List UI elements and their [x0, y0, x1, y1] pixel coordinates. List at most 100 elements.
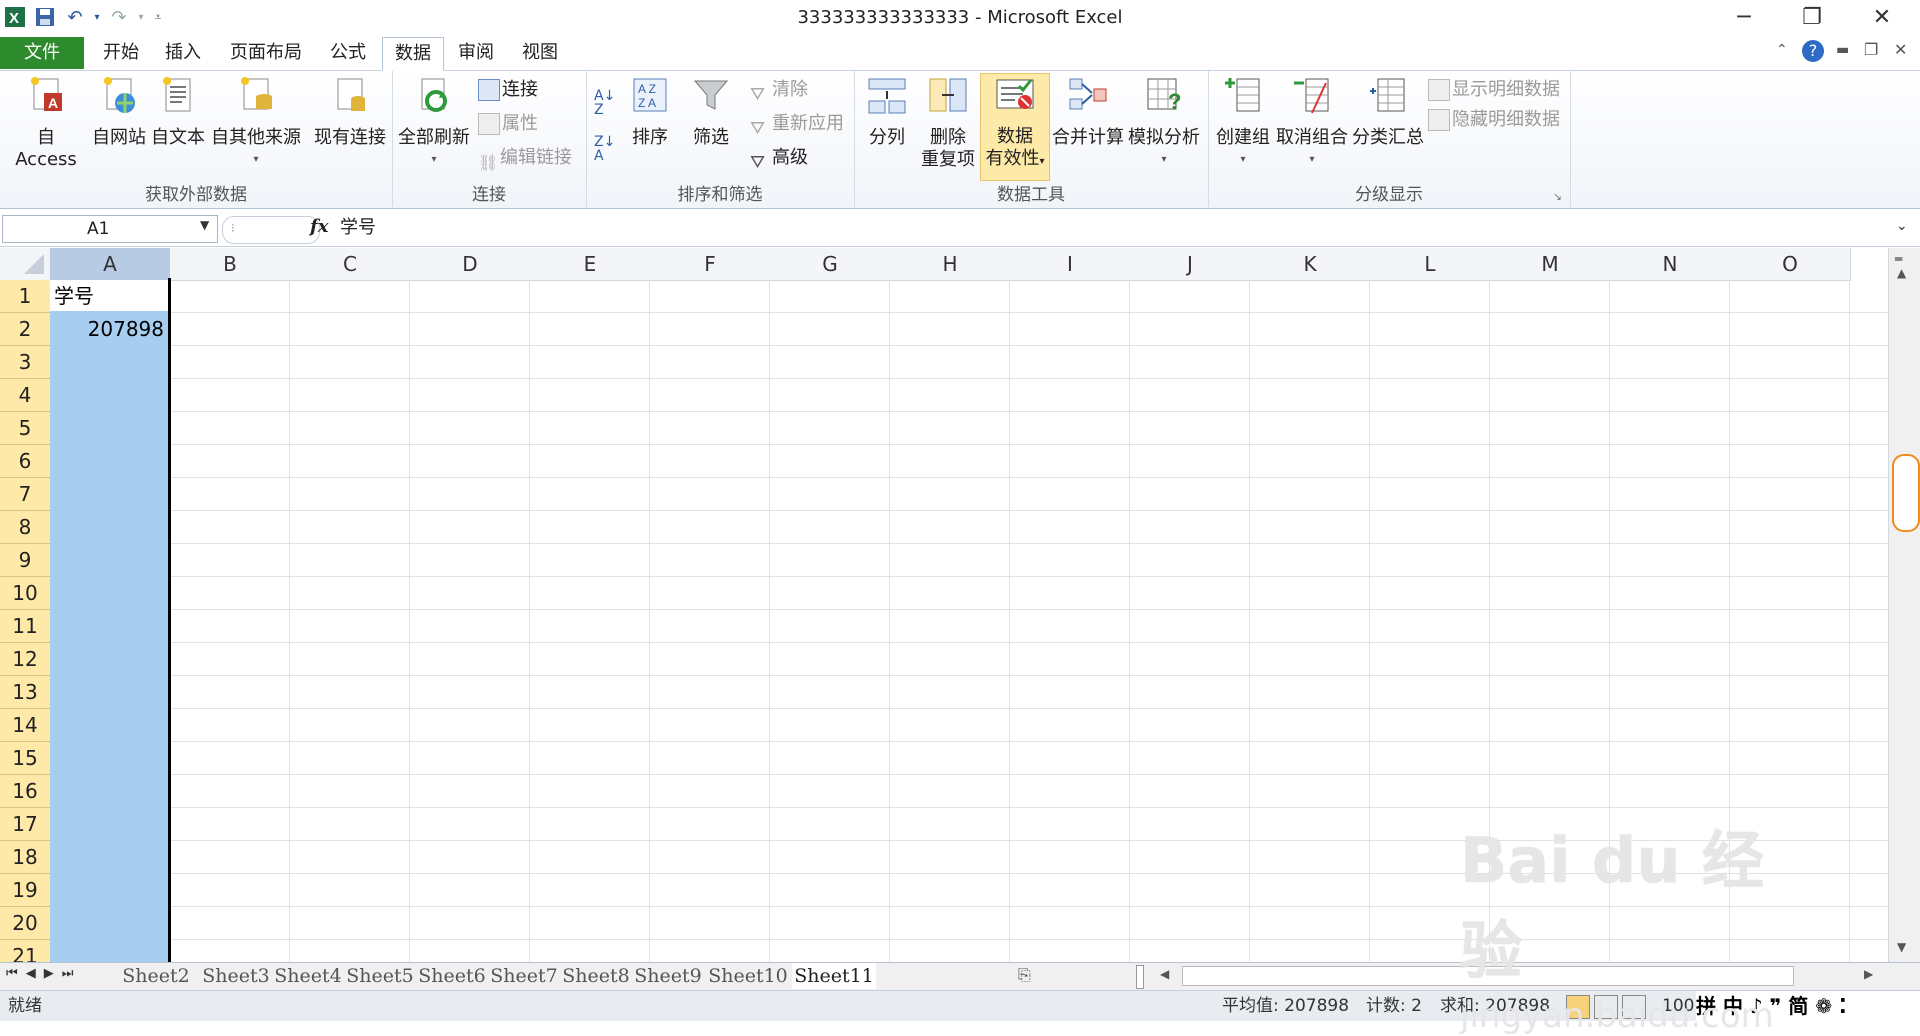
column-header-g[interactable]: G: [770, 248, 891, 281]
name-box-dropdown-icon[interactable]: ▼: [200, 218, 209, 232]
row-header-1[interactable]: 1: [0, 280, 51, 313]
tab-file[interactable]: 文件: [0, 37, 84, 69]
sheet-tab-sheet11[interactable]: Sheet11: [792, 963, 876, 989]
name-box[interactable]: A1: [2, 215, 218, 243]
scroll-up-icon[interactable]: ▲: [1897, 266, 1906, 280]
sheet-nav-icons[interactable]: ⏮◀▶⏭: [6, 966, 81, 981]
existing-connections-button[interactable]: 现有连接: [310, 75, 390, 149]
row-header-2[interactable]: 2: [0, 313, 51, 346]
scroll-down-icon[interactable]: ▼: [1897, 940, 1906, 954]
advanced-filter-button[interactable]: ⛛ 高级: [750, 143, 808, 173]
text-to-columns-button[interactable]: 分列: [862, 75, 912, 149]
scroll-thumb[interactable]: [1892, 454, 1920, 532]
data-validation-button[interactable]: 数据 有效性▾: [980, 73, 1050, 181]
hide-detail-button[interactable]: 隐藏明细数据: [1428, 105, 1560, 135]
column-header-d[interactable]: D: [410, 248, 531, 281]
tab-view[interactable]: 视图: [512, 38, 568, 68]
what-if-analysis-button[interactable]: ? 模拟分析 ▾: [1124, 75, 1204, 171]
properties-button[interactable]: 属性: [478, 109, 538, 139]
sheet-tab-sheet8[interactable]: Sheet8: [560, 963, 632, 989]
tab-formulas[interactable]: 公式: [320, 38, 376, 68]
select-all-corner[interactable]: [0, 248, 51, 281]
split-box-icon[interactable]: ═: [1895, 252, 1902, 266]
sort-descending-icon[interactable]: Z↓ A: [594, 135, 615, 163]
show-detail-button[interactable]: 显示明细数据: [1428, 75, 1560, 105]
refresh-all-button[interactable]: 全部刷新 ▾: [396, 75, 472, 171]
tab-home[interactable]: 开始: [94, 38, 148, 68]
edit-links-button[interactable]: ⛓编辑链接: [478, 143, 572, 173]
insert-function-icon[interactable]: fx: [310, 216, 328, 237]
remove-duplicates-button[interactable]: 删除 重复项: [920, 75, 976, 171]
help-icon[interactable]: ?: [1802, 40, 1824, 62]
sheet-tab-sheet3[interactable]: Sheet3: [200, 963, 272, 989]
row-header-6[interactable]: 6: [0, 445, 51, 478]
row-header-16[interactable]: 16: [0, 775, 51, 808]
tab-page-layout[interactable]: 页面布局: [220, 38, 312, 68]
column-header-a[interactable]: A: [50, 248, 171, 282]
cell-a2[interactable]: 207898: [50, 313, 164, 345]
formula-input[interactable]: 学号: [340, 215, 1900, 241]
from-access-button[interactable]: A 自 Access: [4, 75, 88, 171]
subtotal-button[interactable]: 分类汇总: [1350, 75, 1426, 149]
sheet-tab-sheet6[interactable]: Sheet6: [416, 963, 488, 989]
sheet-tab-sheet7[interactable]: Sheet7: [488, 963, 560, 989]
selected-column-a[interactable]: [50, 280, 170, 962]
row-header-12[interactable]: 12: [0, 643, 51, 676]
filter-button[interactable]: 筛选: [684, 75, 738, 149]
group-button[interactable]: 创建组 ▾: [1212, 75, 1274, 171]
sort-ascending-icon[interactable]: A↓ Z: [594, 89, 615, 117]
column-header-i[interactable]: I: [1010, 248, 1131, 281]
sheet-tab-sheet10[interactable]: Sheet10: [704, 963, 792, 989]
sheet-tab-sheet9[interactable]: Sheet9: [632, 963, 704, 989]
from-other-sources-button[interactable]: 自其他来源 ▾: [208, 75, 304, 171]
row-header-5[interactable]: 5: [0, 412, 51, 445]
sheet-tab-sheet4[interactable]: Sheet4: [272, 963, 344, 989]
row-header-8[interactable]: 8: [0, 511, 51, 544]
workbook-restore-icon[interactable]: ❐: [1864, 40, 1878, 59]
column-header-j[interactable]: J: [1130, 248, 1251, 281]
restore-button[interactable]: ❐: [1782, 0, 1842, 36]
column-header-b[interactable]: B: [170, 248, 291, 281]
row-header-11[interactable]: 11: [0, 610, 51, 643]
scroll-right-icon[interactable]: ▶: [1864, 967, 1873, 981]
sheet-tab-sheet5[interactable]: Sheet5: [344, 963, 416, 989]
column-header-f[interactable]: F: [650, 248, 771, 281]
row-header-14[interactable]: 14: [0, 709, 51, 742]
row-header-21[interactable]: 21: [0, 940, 51, 962]
row-header-19[interactable]: 19: [0, 874, 51, 907]
tab-review[interactable]: 审阅: [448, 38, 504, 68]
workbook-close-icon[interactable]: ✕: [1894, 40, 1907, 59]
scroll-left-icon[interactable]: ◀: [1160, 967, 1169, 981]
collapse-ribbon-icon[interactable]: ⌃: [1776, 42, 1788, 58]
clear-button[interactable]: ⛛ 清除: [750, 75, 808, 105]
row-header-4[interactable]: 4: [0, 379, 51, 412]
minimize-button[interactable]: ─: [1714, 0, 1774, 36]
row-header-15[interactable]: 15: [0, 742, 51, 775]
column-header-l[interactable]: L: [1370, 248, 1491, 281]
row-header-13[interactable]: 13: [0, 676, 51, 709]
column-header-k[interactable]: K: [1250, 248, 1371, 281]
row-header-9[interactable]: 9: [0, 544, 51, 577]
row-header-20[interactable]: 20: [0, 907, 51, 940]
close-button[interactable]: ✕: [1852, 0, 1912, 36]
outline-dialog-launcher-icon[interactable]: ↘: [1553, 190, 1562, 203]
column-header-o[interactable]: O: [1730, 248, 1851, 281]
column-header-m[interactable]: M: [1490, 248, 1611, 281]
column-header-n[interactable]: N: [1610, 248, 1731, 281]
tab-data[interactable]: 数据: [382, 37, 444, 71]
column-header-e[interactable]: E: [530, 248, 651, 281]
consolidate-button[interactable]: 合并计算: [1052, 75, 1124, 149]
vertical-scrollbar[interactable]: ═ ▲ ▼: [1888, 248, 1920, 962]
from-text-button[interactable]: 自文本: [148, 75, 208, 149]
column-header-h[interactable]: H: [890, 248, 1011, 281]
tab-split-handle[interactable]: [1136, 965, 1144, 989]
from-web-button[interactable]: 自网站: [88, 75, 150, 149]
row-header-3[interactable]: 3: [0, 346, 51, 379]
sort-button[interactable]: A ZZ A 排序: [622, 75, 678, 149]
ungroup-button[interactable]: 取消组合 ▾: [1274, 75, 1350, 171]
expand-formula-bar-icon[interactable]: ⌄: [1896, 218, 1908, 234]
row-header-17[interactable]: 17: [0, 808, 51, 841]
row-header-18[interactable]: 18: [0, 841, 51, 874]
row-header-7[interactable]: 7: [0, 478, 51, 511]
column-header-c[interactable]: C: [290, 248, 411, 281]
